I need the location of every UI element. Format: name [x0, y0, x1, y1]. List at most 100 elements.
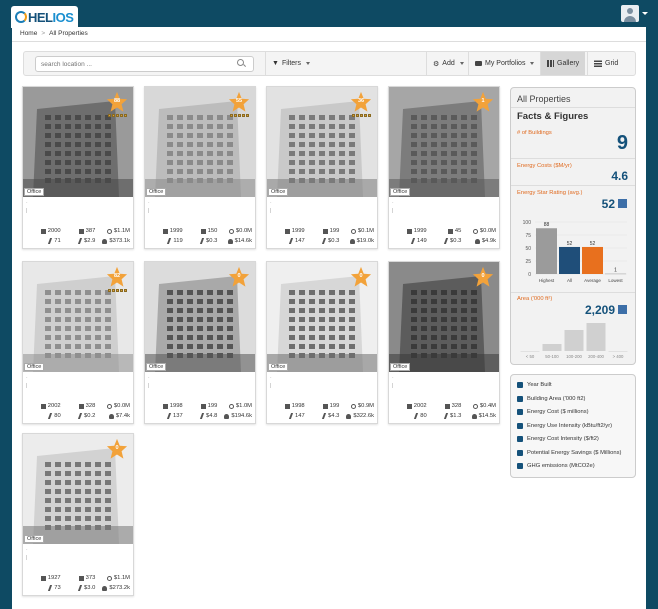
building-area: 328: [451, 403, 462, 409]
property-stats: 2002 328 $0.0M 80 $0.2 $7.4k: [23, 401, 133, 421]
legend-item: GHG emissions (MtCO2e): [517, 463, 595, 469]
search-icon[interactable]: [237, 59, 244, 66]
legend-item: Energy Cost Intensity ($/ft2): [517, 436, 599, 442]
user-caret-icon[interactable]: [642, 12, 648, 15]
energy-use-intensity: 147: [295, 413, 305, 419]
property-stats: 2000 387 $1.1M 71 $2.9 $373.1k: [23, 226, 133, 246]
bolt-icon: [517, 422, 523, 429]
bolt-icon: [517, 436, 523, 442]
bar: [536, 228, 557, 274]
gauge-icon: [228, 403, 234, 409]
legend-item: Energy Use Intensity (kBtu/ft2/yr): [517, 422, 612, 429]
area-icon: [447, 228, 453, 234]
bar: [586, 323, 606, 351]
x-tick-label: < 50: [526, 354, 535, 359]
property-card[interactable]: 36 Office · | 1999 199 $0.1M 147 $0.3 $19.0k: [266, 86, 378, 249]
legend-item: Energy Cost ($ millions): [517, 409, 589, 415]
data-label: 52: [567, 241, 573, 247]
property-card[interactable]: 88 Office · | 2000 387 $1.1M 71 $2.9 $373.1k: [22, 86, 134, 249]
gallery-view-button[interactable]: Gallery: [540, 52, 586, 75]
calendar-icon: [284, 228, 290, 234]
property-type-badge: Office: [24, 188, 45, 196]
breadcrumb-home[interactable]: Home: [20, 30, 37, 37]
property-card[interactable]: 82 Office · | 2002 328 $0.0M 80 $0.2 $7.4k: [22, 261, 134, 424]
area-label: Area ('000 ft²): [517, 296, 553, 302]
star-rating-chart: 100 75 50 25 0 88 Highest 52 All 52 Average 1 Lowest: [523, 220, 627, 283]
energy-star-badge: 0: [228, 266, 250, 288]
bolt-icon: [48, 413, 52, 419]
property-card[interactable]: 55 Office · | 1999 150 $0.0M 119 $0.3 $14.6k: [144, 86, 256, 249]
bolt-icon: [322, 413, 326, 419]
filters-button[interactable]: ▼ Filters: [265, 52, 316, 75]
property-type-badge: Office: [268, 363, 289, 371]
search-input[interactable]: [35, 56, 254, 72]
x-tick-label: 50-100: [545, 354, 559, 359]
year-built: 1999: [291, 228, 305, 234]
bolt-icon: [322, 238, 326, 244]
energy-cost-intensity: $2.9: [84, 238, 96, 244]
energy-star-badge: 0: [350, 266, 372, 288]
chart-expand-icon[interactable]: [618, 305, 627, 314]
property-card[interactable]: 0 Office · | 1998 199 $0.9M 147 $4.3 $322.6k: [266, 261, 378, 424]
energy-cost: $0.1M: [357, 228, 375, 234]
grid-icon: [594, 60, 602, 67]
energy-cost-label: Energy Costs ($M/yr): [517, 163, 572, 169]
area-icon: [517, 395, 523, 402]
chart-expand-icon[interactable]: [618, 199, 627, 208]
property-stats: 1999 45 $0.0M 149 $0.3 $4.9k: [389, 226, 499, 246]
panel-title: All Properties: [517, 94, 571, 104]
toolbar: ▼ Filters ⚙ Add My Portfolios Gallery Gr…: [23, 51, 636, 76]
energy-use-intensity: 147: [295, 238, 305, 244]
energy-star-badge: 0: [106, 438, 128, 460]
facts-figures-heading: Facts & Figures: [517, 111, 589, 122]
property-card[interactable]: 0 Office · | 1927 373 $1.1M 73 $3.0 $273.2k: [22, 433, 134, 596]
legend-label: GHG emissions (MtCO2e): [527, 463, 595, 469]
user-menu-button[interactable]: [621, 5, 639, 22]
energy-cost-intensity: $0.2: [84, 413, 96, 419]
potential-savings: $14.5k: [478, 413, 497, 419]
energy-star-score: 0: [359, 273, 363, 279]
gauge-icon: [517, 409, 523, 415]
area-icon: [200, 228, 206, 234]
x-tick-label: 200-400: [588, 354, 604, 359]
bar: [564, 330, 584, 351]
legend-label: Energy Cost Intensity ($/ft2): [527, 436, 599, 442]
property-card[interactable]: 0 Office · | 1998 199 $1.0M 137 $4.8 $194.6k: [144, 261, 256, 424]
gauge-icon: [350, 228, 356, 234]
helios-logo[interactable]: HELIOS: [11, 6, 78, 28]
energy-star-score: 88: [113, 98, 121, 104]
building-area: 150: [207, 228, 218, 234]
calendar-icon: [162, 403, 168, 409]
year-built: 2000: [47, 228, 61, 234]
bolt-icon: [411, 238, 415, 244]
x-tick-label: Lowest: [608, 278, 623, 283]
x-tick-label: Average: [584, 278, 601, 283]
my-portfolios-button[interactable]: My Portfolios: [468, 52, 540, 75]
building-area: 373: [85, 575, 96, 581]
breadcrumb-divider: [12, 41, 646, 42]
energy-star-badge: 88: [106, 91, 128, 113]
logo-suffix: IOS: [52, 9, 74, 25]
calendar-icon: [40, 403, 46, 409]
property-card[interactable]: 1 Office · | 1999 45 $0.0M 149 $0.3 $4.9k: [388, 86, 500, 249]
briefcase-icon: [475, 61, 482, 66]
chevron-down-icon: [459, 62, 464, 65]
potential-savings: $7.4k: [115, 413, 131, 419]
legend-item: Building Area ('000 ft2): [517, 395, 585, 402]
breadcrumb: Home > All Properties: [20, 30, 88, 37]
y-tick-label: 75: [525, 233, 531, 239]
grid-view-button[interactable]: Grid: [587, 52, 624, 75]
potential-savings: $273.2k: [109, 585, 131, 591]
property-card[interactable]: 0 Office · | 2002 328 $0.4M 80 $1.3 $14.5k: [388, 261, 500, 424]
energy-cost: $0.4M: [479, 403, 497, 409]
area-distribution-chart: < 50 50-100 100-200 200-400 > 400: [520, 323, 628, 359]
potential-savings: $4.9k: [481, 238, 497, 244]
bolt-icon: [200, 413, 204, 419]
year-built: 1998: [291, 403, 305, 409]
savings-icon: [474, 238, 480, 244]
add-button[interactable]: ⚙ Add: [426, 52, 470, 75]
potential-savings: $373.1k: [109, 238, 131, 244]
logo-prefix: HEL: [28, 9, 53, 25]
gallery-icon: [547, 60, 554, 67]
y-tick-label: 0: [528, 272, 531, 278]
